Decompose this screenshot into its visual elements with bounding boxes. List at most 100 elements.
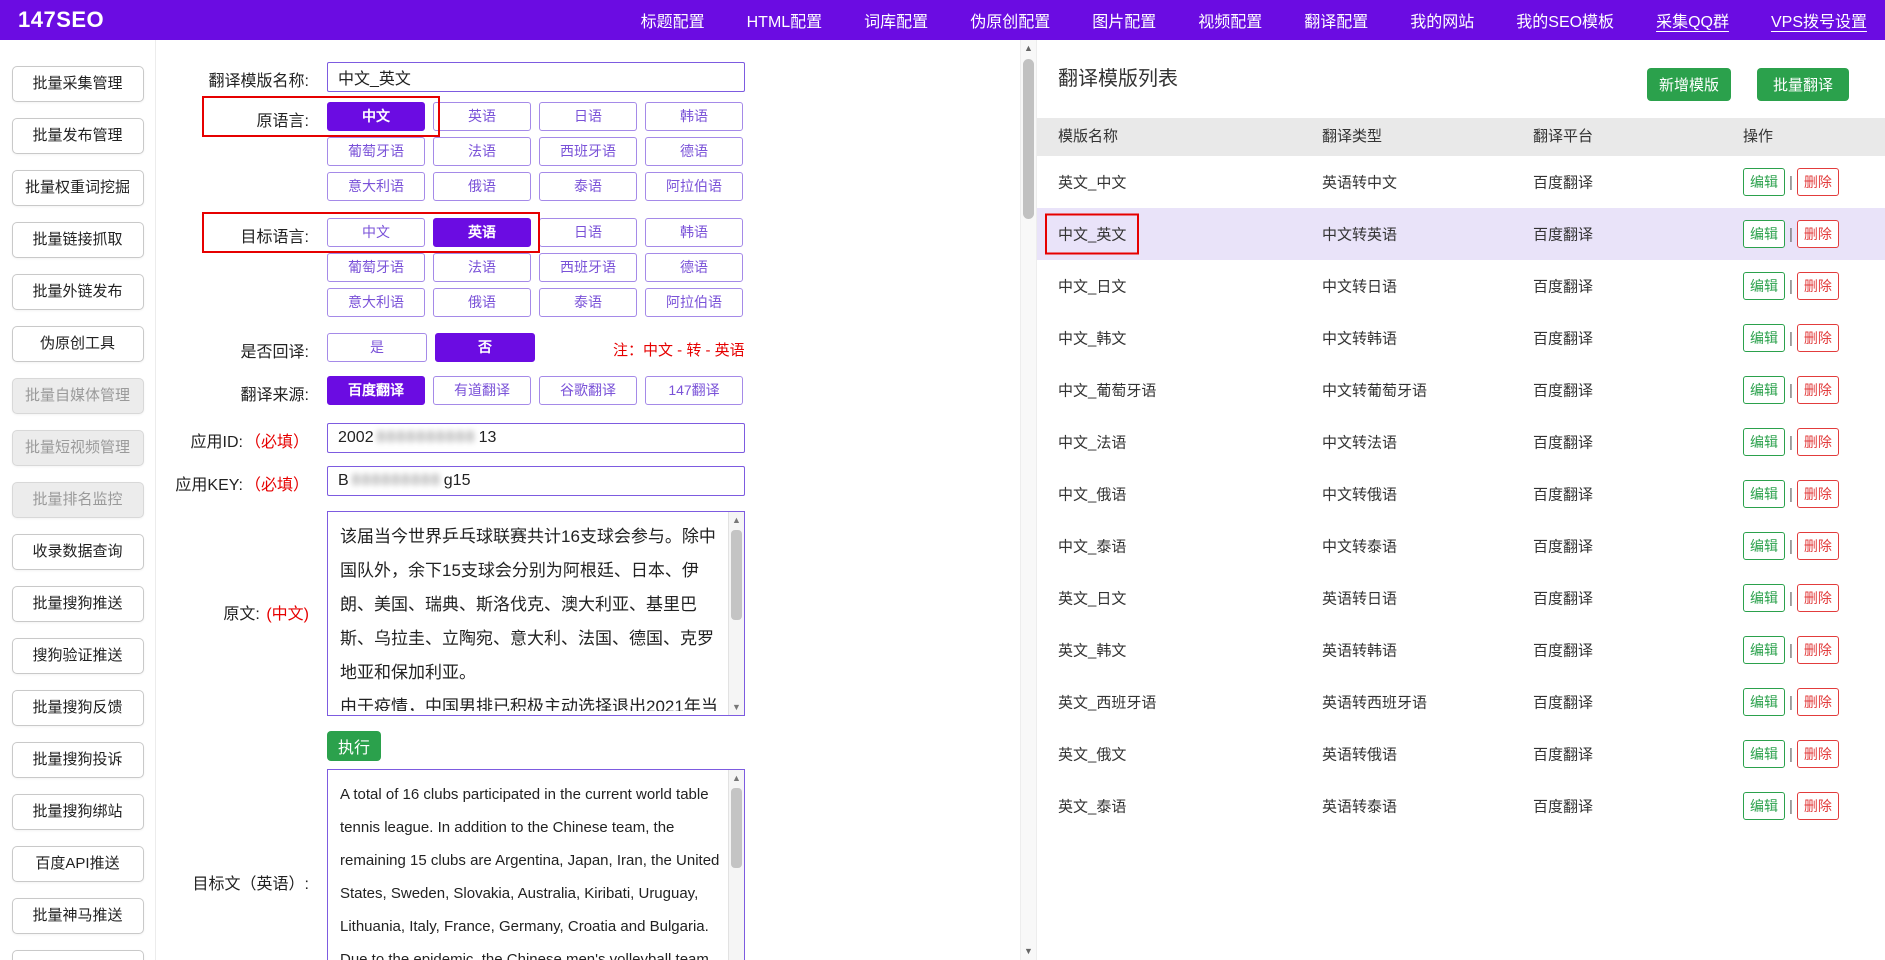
source-language-option[interactable]: 法语 — [433, 137, 531, 166]
edit-button[interactable]: 编辑 — [1743, 272, 1785, 300]
source-language-option[interactable]: 葡萄牙语 — [327, 137, 425, 166]
sidebar-item[interactable]: 批量外链发布 — [12, 274, 144, 310]
delete-button[interactable]: 删除 — [1797, 792, 1839, 820]
target-language-option[interactable]: 韩语 — [645, 218, 743, 247]
delete-button[interactable]: 删除 — [1797, 220, 1839, 248]
sidebar-item[interactable]: 批量采集管理 — [12, 66, 144, 102]
source-language-option[interactable]: 中文 — [327, 102, 425, 131]
delete-button[interactable]: 删除 — [1797, 324, 1839, 352]
target-language-option[interactable]: 俄语 — [433, 288, 531, 317]
sidebar-item[interactable]: 批量搜狗绑站 — [12, 794, 144, 830]
back-translate-option[interactable]: 否 — [435, 333, 535, 362]
nav-item[interactable]: 翻译配置 — [1304, 8, 1368, 32]
target-language-option[interactable]: 意大利语 — [327, 288, 425, 317]
edit-button[interactable]: 编辑 — [1743, 376, 1785, 404]
edit-button[interactable]: 编辑 — [1743, 532, 1785, 560]
target-language-option[interactable]: 葡萄牙语 — [327, 253, 425, 282]
sidebar-item[interactable]: 批量短视频管理 — [12, 430, 144, 466]
source-language-option[interactable]: 韩语 — [645, 102, 743, 131]
nav-item[interactable]: 伪原创配置 — [970, 8, 1050, 32]
delete-button[interactable]: 删除 — [1797, 376, 1839, 404]
sidebar-item[interactable]: 百度API推送 — [12, 846, 144, 882]
original-textarea[interactable]: 该届当今世界乒乓球联赛共计16支球会参与。除中国队外，余下15支球会分别为阿根廷… — [327, 511, 745, 716]
target-textarea-scrollbar[interactable]: ▲ ▼ — [728, 770, 744, 960]
target-language-option[interactable]: 英语 — [433, 218, 531, 247]
scroll-down-icon[interactable]: ▼ — [1021, 943, 1036, 960]
source-language-option[interactable]: 西班牙语 — [539, 137, 637, 166]
nav-item[interactable]: HTML配置 — [747, 8, 823, 32]
target-language-option[interactable]: 中文 — [327, 218, 425, 247]
source-language-option[interactable]: 德语 — [645, 137, 743, 166]
edit-button[interactable]: 编辑 — [1743, 428, 1785, 456]
nav-item[interactable]: 我的SEO模板 — [1516, 8, 1614, 32]
delete-button[interactable]: 删除 — [1797, 532, 1839, 560]
target-textarea[interactable]: A total of 16 clubs participated in the … — [327, 769, 745, 960]
original-textarea-scrollbar[interactable]: ▲ ▼ — [728, 512, 744, 715]
source-language-option[interactable]: 意大利语 — [327, 172, 425, 201]
target-language-option[interactable]: 日语 — [539, 218, 637, 247]
source-language-option[interactable]: 泰语 — [539, 172, 637, 201]
sidebar-item[interactable]: 批量神马推送 — [12, 898, 144, 934]
sidebar-item[interactable]: 批量搜狗推送 — [12, 586, 144, 622]
app-key-input[interactable]: B888888888g15 — [327, 466, 745, 496]
target-language-option[interactable]: 阿拉伯语 — [645, 288, 743, 317]
sidebar-item[interactable]: 批量搜狗投诉 — [12, 742, 144, 778]
scrollbar-thumb[interactable] — [1023, 59, 1034, 219]
target-language-option[interactable]: 德语 — [645, 253, 743, 282]
delete-button[interactable]: 删除 — [1797, 584, 1839, 612]
source-language-option[interactable]: 俄语 — [433, 172, 531, 201]
nav-item[interactable]: 标题配置 — [641, 8, 705, 32]
edit-button[interactable]: 编辑 — [1743, 688, 1785, 716]
nav-item[interactable]: 视频配置 — [1198, 8, 1262, 32]
translate-source-option[interactable]: 147翻译 — [645, 376, 743, 405]
delete-button[interactable]: 删除 — [1797, 636, 1839, 664]
edit-button[interactable]: 编辑 — [1743, 792, 1785, 820]
edit-button[interactable]: 编辑 — [1743, 636, 1785, 664]
back-translate-option[interactable]: 是 — [327, 333, 427, 362]
translate-source-option[interactable]: 百度翻译 — [327, 376, 425, 405]
nav-item[interactable]: 采集QQ群 — [1656, 8, 1729, 32]
app-id-input[interactable]: 2002888888888813 — [327, 423, 745, 453]
scrollbar-thumb[interactable] — [731, 530, 742, 620]
sidebar-item[interactable]: 批量搜狗反馈 — [12, 690, 144, 726]
source-language-option[interactable]: 英语 — [433, 102, 531, 131]
sidebar-item[interactable]: 伪原创工具 — [12, 326, 144, 362]
target-language-option[interactable]: 法语 — [433, 253, 531, 282]
nav-item[interactable]: 词库配置 — [864, 8, 928, 32]
edit-button[interactable]: 编辑 — [1743, 168, 1785, 196]
delete-button[interactable]: 删除 — [1797, 428, 1839, 456]
main-scrollbar[interactable]: ▲ ▼ — [1020, 40, 1037, 960]
scrollbar-thumb[interactable] — [731, 788, 742, 868]
batch-translate-button[interactable]: 批量翻译 — [1757, 68, 1849, 101]
nav-item[interactable]: VPS拨号设置 — [1771, 8, 1867, 32]
add-template-button[interactable]: 新增模版 — [1647, 68, 1731, 101]
edit-button[interactable]: 编辑 — [1743, 480, 1785, 508]
edit-button[interactable]: 编辑 — [1743, 740, 1785, 768]
sidebar-item[interactable]: 批量权重词挖掘 — [12, 170, 144, 206]
nav-item[interactable]: 图片配置 — [1092, 8, 1156, 32]
translate-source-option[interactable]: 有道翻译 — [433, 376, 531, 405]
translate-source-option[interactable]: 谷歌翻译 — [539, 376, 637, 405]
sidebar-item[interactable]: 搜狗验证推送 — [12, 638, 144, 674]
edit-button[interactable]: 编辑 — [1743, 220, 1785, 248]
scroll-down-icon[interactable]: ▼ — [729, 699, 744, 715]
source-language-option[interactable]: 日语 — [539, 102, 637, 131]
delete-button[interactable]: 删除 — [1797, 168, 1839, 196]
execute-button[interactable]: 执行 — [327, 731, 381, 761]
source-language-option[interactable]: 阿拉伯语 — [645, 172, 743, 201]
scroll-up-icon[interactable]: ▲ — [729, 770, 744, 786]
edit-button[interactable]: 编辑 — [1743, 324, 1785, 352]
sidebar-item[interactable]: 批量链接抓取 — [12, 222, 144, 258]
target-language-option[interactable]: 西班牙语 — [539, 253, 637, 282]
target-language-option[interactable]: 泰语 — [539, 288, 637, 317]
delete-button[interactable]: 删除 — [1797, 688, 1839, 716]
nav-item[interactable]: 我的网站 — [1410, 8, 1474, 32]
sidebar-item[interactable]: 收录数据查询 — [12, 534, 144, 570]
sidebar-item[interactable]: 批量发布管理 — [12, 118, 144, 154]
sidebar-item[interactable]: 批量排名监控 — [12, 482, 144, 518]
delete-button[interactable]: 删除 — [1797, 272, 1839, 300]
sidebar-item[interactable] — [12, 950, 144, 960]
scroll-up-icon[interactable]: ▲ — [1021, 40, 1036, 57]
template-name-input[interactable] — [327, 62, 745, 92]
delete-button[interactable]: 删除 — [1797, 740, 1839, 768]
